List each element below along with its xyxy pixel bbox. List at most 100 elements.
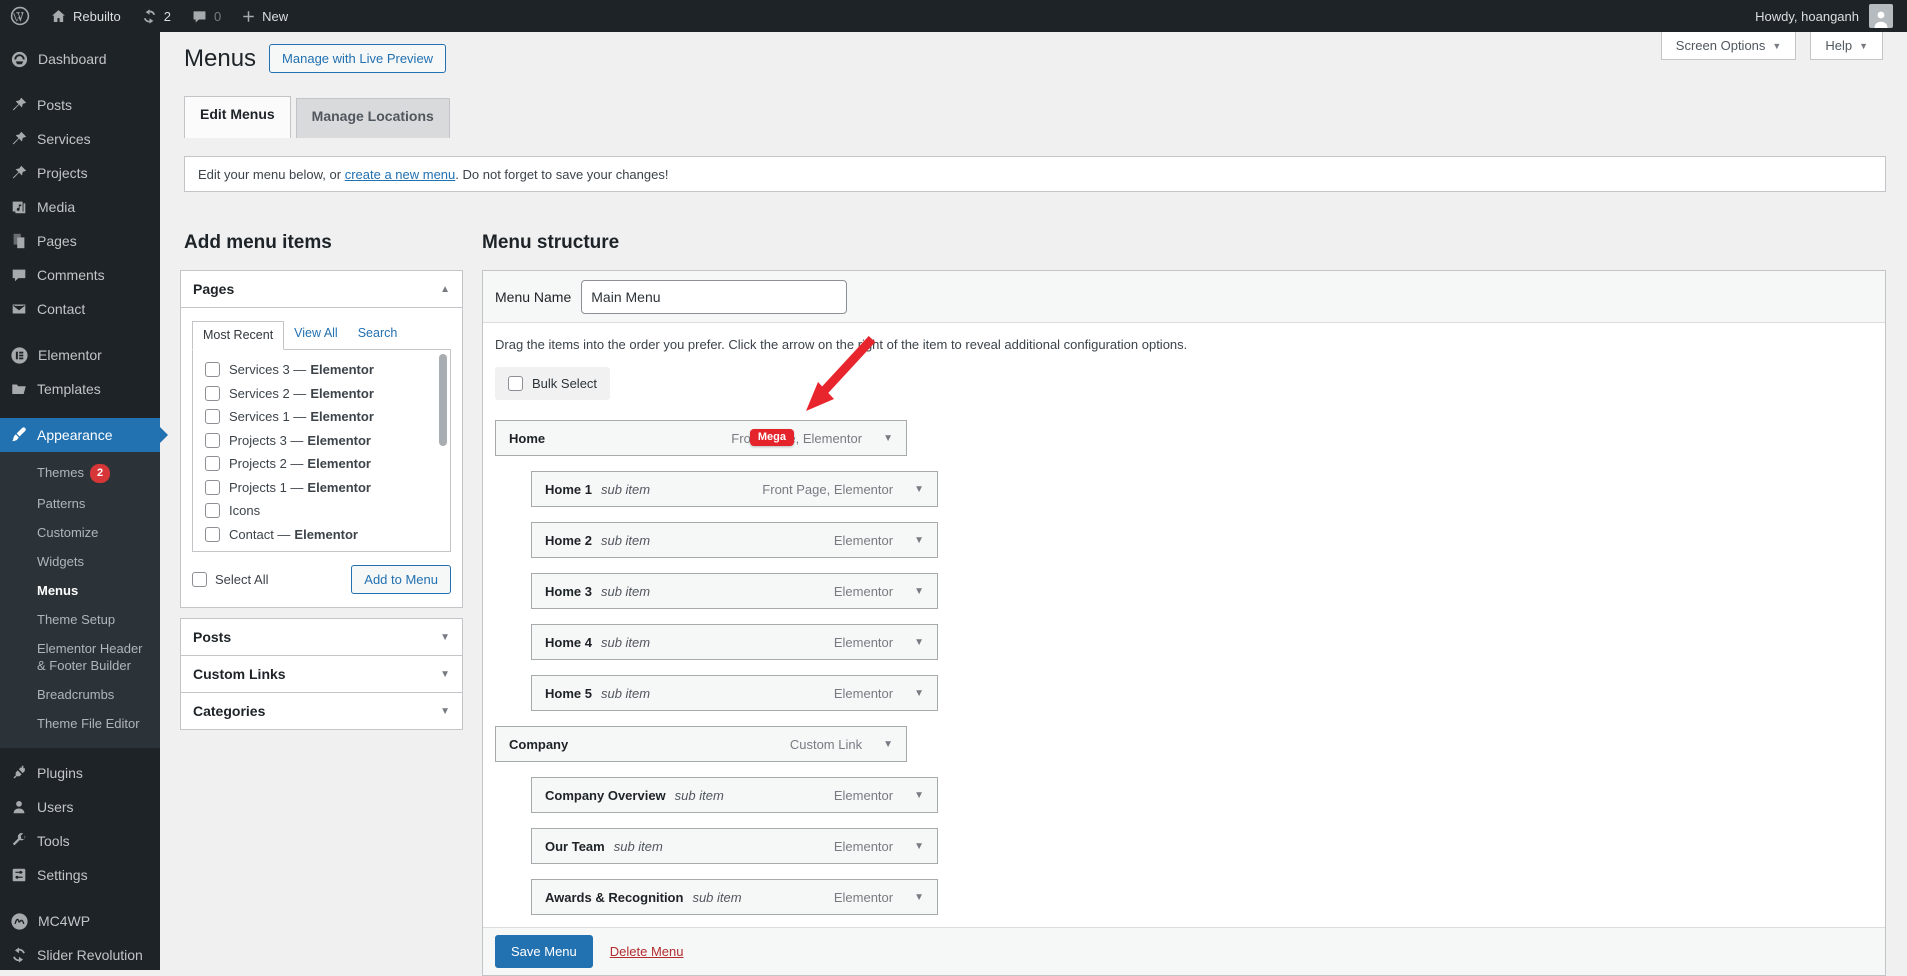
item-options-arrow-icon[interactable]: ▼ — [883, 739, 893, 750]
submenu-menus[interactable]: Menus — [0, 576, 160, 605]
checkbox[interactable] — [205, 456, 220, 471]
sidebar-item-dashboard[interactable]: Dashboard — [0, 42, 160, 76]
sidebar-item-users[interactable]: Users — [0, 790, 160, 824]
checkbox[interactable] — [205, 527, 220, 542]
menu-item-awards-recognition[interactable]: Awards & Recognition sub item Elementor▼ — [531, 879, 938, 915]
sidebar-item-templates[interactable]: Templates — [0, 372, 160, 406]
collapse-panel-icon[interactable]: ▲ — [440, 284, 450, 295]
add-to-menu-button[interactable]: Add to Menu — [351, 565, 451, 594]
comments-menu[interactable]: 0 — [181, 0, 231, 32]
checkbox[interactable] — [205, 433, 220, 448]
tab-manage-locations[interactable]: Manage Locations — [296, 98, 450, 138]
tab-view-all[interactable]: View All — [284, 320, 348, 349]
site-name-menu[interactable]: Rebuilto — [40, 0, 131, 32]
item-options-arrow-icon[interactable]: ▼ — [883, 433, 893, 444]
checkbox[interactable] — [205, 386, 220, 401]
sidebar-item-pages[interactable]: Pages — [0, 224, 160, 258]
list-item: Projects 2 —Elementor — [205, 452, 450, 476]
item-options-arrow-icon[interactable]: ▼ — [914, 841, 924, 852]
add-menu-items-column: Pages ▲ Most Recent View All Search Serv… — [180, 270, 463, 730]
accordion-posts[interactable]: Posts ▼ — [181, 619, 462, 655]
new-menu[interactable]: New — [231, 0, 298, 32]
submenu-widgets[interactable]: Widgets — [0, 547, 160, 576]
checkbox[interactable] — [205, 503, 220, 518]
avatar[interactable] — [1869, 4, 1893, 28]
wordpress-logo-icon[interactable] — [0, 0, 40, 32]
mc4wp-icon — [10, 912, 29, 931]
submenu-theme-setup[interactable]: Theme Setup — [0, 605, 160, 634]
user-icon — [10, 798, 28, 816]
sidebar-item-appearance[interactable]: Appearance — [0, 418, 160, 452]
item-options-arrow-icon[interactable]: ▼ — [914, 892, 924, 903]
envelope-icon — [10, 300, 28, 318]
site-name: Rebuilto — [73, 9, 121, 24]
tab-most-recent[interactable]: Most Recent — [192, 321, 284, 350]
menu-item-company[interactable]: Company Custom Link▼ — [495, 726, 907, 762]
save-menu-button[interactable]: Save Menu — [495, 935, 593, 968]
menu-item-home-5[interactable]: Home 5 sub item Elementor▼ — [531, 675, 938, 711]
sidebar-item-projects[interactable]: Projects — [0, 156, 160, 190]
menu-name-bar: Menu Name — [483, 271, 1885, 323]
sidebar-item-slider-revolution[interactable]: Slider Revolution — [0, 938, 160, 972]
live-preview-button[interactable]: Manage with Live Preview — [269, 44, 446, 73]
menu-item-our-team[interactable]: Our Team sub item Elementor▼ — [531, 828, 938, 864]
sidebar-item-comments[interactable]: Comments — [0, 258, 160, 292]
item-options-arrow-icon[interactable]: ▼ — [914, 790, 924, 801]
bulk-select-checkbox[interactable] — [508, 376, 523, 391]
accordion-categories[interactable]: Categories ▼ — [181, 692, 462, 729]
checkbox[interactable] — [205, 362, 220, 377]
sidebar-item-tools[interactable]: Tools — [0, 824, 160, 858]
submenu-patterns[interactable]: Patterns — [0, 489, 160, 518]
howdy-menu[interactable]: Howdy, hoanganh — [1745, 0, 1861, 32]
menu-name-input[interactable] — [581, 280, 847, 314]
select-all-label[interactable]: Select All — [192, 572, 268, 587]
menu-item-company-overview[interactable]: Company Overview sub item Elementor▼ — [531, 777, 938, 813]
create-new-menu-link[interactable]: create a new menu — [345, 167, 456, 182]
item-options-arrow-icon[interactable]: ▼ — [914, 484, 924, 495]
mega-menu-badge[interactable]: Mega — [750, 429, 794, 446]
tab-search[interactable]: Search — [348, 320, 408, 349]
chevron-down-icon: ▼ — [440, 706, 450, 717]
checkbox[interactable] — [205, 409, 220, 424]
sidebar-item-contact[interactable]: Contact — [0, 292, 160, 326]
checkbox[interactable] — [205, 480, 220, 495]
bulk-select-toggle[interactable]: Bulk Select — [495, 367, 610, 400]
pages-panel-header[interactable]: Pages ▲ — [181, 271, 462, 308]
submenu-themes[interactable]: Themes2 — [0, 458, 160, 489]
submenu-customize[interactable]: Customize — [0, 518, 160, 547]
sidebar-item-plugins[interactable]: Plugins — [0, 756, 160, 790]
menu-item-home[interactable]: Home Front Page, Elementor ▼ Mega — [495, 420, 907, 456]
delete-menu-link[interactable]: Delete Menu — [610, 944, 684, 959]
sidebar-item-settings[interactable]: Settings — [0, 858, 160, 892]
submenu-breadcrumbs[interactable]: Breadcrumbs — [0, 680, 160, 709]
accordion-custom-links[interactable]: Custom Links ▼ — [181, 655, 462, 692]
menu-item-home-3[interactable]: Home 3 sub item Elementor▼ — [531, 573, 938, 609]
select-all-checkbox[interactable] — [192, 572, 207, 587]
menu-item-home-2[interactable]: Home 2 sub item Elementor▼ — [531, 522, 938, 558]
sidebar-item-elementor[interactable]: Elementor — [0, 338, 160, 372]
submenu-theme-file-editor[interactable]: Theme File Editor — [0, 709, 160, 738]
sidebar-item-services[interactable]: Services — [0, 122, 160, 156]
comments-count: 0 — [214, 9, 221, 24]
item-options-arrow-icon[interactable]: ▼ — [914, 637, 924, 648]
updates-menu[interactable]: 2 — [131, 0, 181, 32]
chevron-down-icon: ▼ — [1859, 41, 1868, 51]
sidebar-item-posts[interactable]: Posts — [0, 88, 160, 122]
item-options-arrow-icon[interactable]: ▼ — [914, 535, 924, 546]
menu-item-home-1[interactable]: Home 1 sub item Front Page, Elementor▼ — [531, 471, 938, 507]
screen-options-button[interactable]: Screen Options▼ — [1661, 32, 1797, 60]
submenu-elementor-header-footer[interactable]: Elementor Header & Footer Builder — [0, 634, 160, 680]
list-item: Projects 3 —Elementor — [205, 429, 450, 453]
sidebar-item-mc4wp[interactable]: MC4WP — [0, 904, 160, 938]
pages-icon — [10, 232, 28, 250]
scrollbar[interactable] — [439, 354, 447, 446]
elementor-icon — [10, 346, 29, 365]
item-options-arrow-icon[interactable]: ▼ — [914, 688, 924, 699]
tab-edit-menus[interactable]: Edit Menus — [184, 96, 291, 138]
pages-panel-tabs: Most Recent View All Search — [192, 320, 451, 349]
admin-sidebar: Dashboard Posts Services Projects Media … — [0, 32, 160, 970]
help-button[interactable]: Help▼ — [1810, 32, 1883, 60]
sidebar-item-media[interactable]: Media — [0, 190, 160, 224]
menu-item-home-4[interactable]: Home 4 sub item Elementor▼ — [531, 624, 938, 660]
item-options-arrow-icon[interactable]: ▼ — [914, 586, 924, 597]
